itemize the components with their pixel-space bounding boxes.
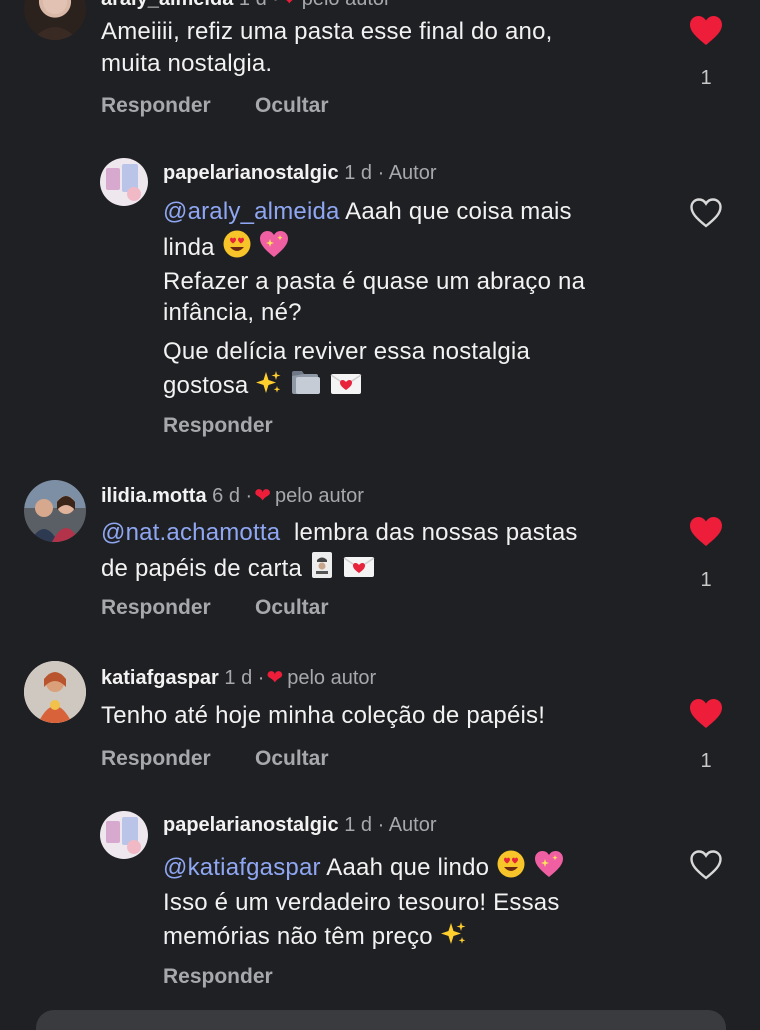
sparkling-heart-emoji [260,231,289,257]
username[interactable]: katiafgaspar [101,667,219,689]
comment-text: @nat.achamotta lembra das nossas pastas [101,519,578,546]
like-count: 1 [700,67,712,89]
mention-link[interactable]: @katiafgaspar [163,854,321,881]
heart-filled-icon[interactable] [689,516,723,548]
username[interactable]: araly_almeida [101,0,233,10]
avatar-image [32,0,78,40]
comment-meta: araly_almeida 1 d ·❤pelo autor [101,0,391,11]
avatar-araly[interactable] [24,0,86,40]
heart-eyes-emoji [223,230,251,258]
hide-button[interactable]: Ocultar [255,596,329,620]
author-badge: pelo autor [287,667,377,689]
mention-link[interactable]: @araly_almeida [163,198,340,225]
comment-text: @araly_almeida Aaah que coisa mais [163,198,572,225]
like-count: 1 [700,750,712,772]
username[interactable]: papelarianostalgic [163,814,339,836]
sparkles-emoji [440,922,466,944]
like-count: 1 [700,569,712,591]
avatar-image [30,496,80,542]
avatar-papelarianostalgic[interactable] [100,158,148,206]
hide-button[interactable]: Ocultar [255,94,329,118]
avatar-ilidia[interactable] [24,480,86,542]
time: 1 d [239,0,267,10]
heart-outline-icon[interactable] [689,197,723,229]
avatar-papelarianostalgic[interactable] [100,811,148,859]
comment-meta: papelarianostalgic 1 d · Autor [163,162,437,184]
comment-meta: katiafgaspar 1 d · ❤ pelo autor [101,667,377,689]
reply-button[interactable]: Responder [163,414,273,438]
comment-text: muita nostalgia. [101,50,273,77]
avatar-image [106,817,141,854]
heart-outline-icon[interactable] [689,849,723,881]
envelope-emoji [343,557,375,577]
comment-meta: papelarianostalgic 1 d · Autor [163,814,437,836]
reply-button[interactable]: Responder [101,747,211,771]
comment-meta: ilidia.motta 6 d · ❤ pelo autor [101,485,364,507]
comment-text: de papéis de carta [101,550,376,583]
time: 1 d [344,814,372,836]
sparkles-emoji [256,371,281,393]
comment-text: gostosa [163,369,363,400]
comment-text: Que delícia reviver essa nostalgia [163,338,530,365]
username[interactable]: papelarianostalgic [163,162,339,184]
folder-emoji [292,371,321,394]
author-like-heart-icon: ❤ [281,0,298,10]
comment-text: @katiafgaspar Aaah que lindo [163,849,565,882]
time: 1 d [224,667,253,689]
comment-text: infância, né? [163,299,302,326]
avatar-katia[interactable] [24,661,86,723]
comment-text: Refazer a pasta é quase um abraço na [163,268,586,295]
hide-button[interactable]: Ocultar [255,747,329,771]
reply-button[interactable]: Responder [101,94,211,118]
time: 1 d [344,162,372,184]
envelope-emoji [330,374,362,394]
avatar-image [24,661,86,723]
author-like-heart-icon: ❤ [266,667,284,689]
comment-text: Isso é um verdadeiro tesouro! Essas [163,889,560,916]
comment-input-bar[interactable] [36,1010,726,1030]
comment-text: linda [163,229,290,262]
reply-button[interactable]: Responder [163,965,273,989]
stationery-emoji [311,552,332,578]
heart-eyes-emoji [497,850,525,878]
author-badge: Autor [388,814,437,836]
time: 6 d [212,485,240,507]
author-like-heart-icon: ❤ [254,485,271,507]
heart-filled-icon[interactable] [689,698,723,730]
comment-text: memórias não têm preço [163,920,468,951]
avatar-image [106,164,141,201]
comment-text: Ameiiii, refiz uma pasta esse final do a… [101,18,553,45]
mention-link[interactable]: @nat.achamotta [101,519,280,546]
comment-text: Tenho até hoje minha coleção de papéis! [101,702,546,729]
author-badge: Autor [388,162,437,184]
author-badge: pelo autor [274,485,364,507]
username[interactable]: ilidia.motta [101,485,207,507]
reply-button[interactable]: Responder [101,596,211,620]
sparkling-heart-emoji [534,851,563,877]
heart-filled-icon[interactable] [689,15,723,47]
author-badge: pelo autor [302,0,391,10]
